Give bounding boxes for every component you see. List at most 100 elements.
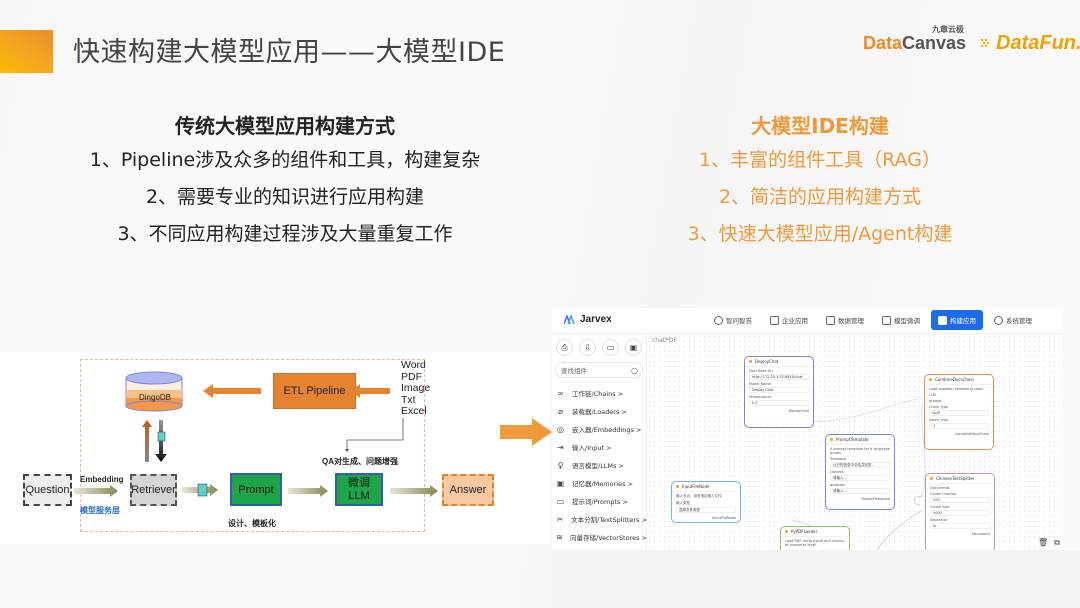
up-arrow-icon [142, 420, 152, 462]
status-dot [749, 360, 752, 363]
field-label: 输入类型 [676, 501, 690, 505]
search-placeholder: 查找组件 [561, 367, 587, 375]
ide-point: 1、丰富的组件工具（RAG） [699, 149, 941, 171]
embedding-label: Embedding [80, 475, 124, 484]
file-formats-list: Word PDF Image Txt Excel [401, 359, 430, 418]
bottom-strip [552, 550, 1080, 608]
search-icon: ○ [631, 365, 638, 375]
category-label: 向量存储/VectorStores > [570, 534, 647, 542]
status-dot [930, 477, 933, 480]
etl-pipeline-box: ETL Pipeline [273, 373, 356, 409]
nav-data-management[interactable]: 数据管理 [819, 310, 871, 330]
nav-chat-qa[interactable]: 智问智答 [707, 310, 759, 330]
host-url-input[interactable]: http://172.20.1.32:8810/chat [749, 374, 809, 380]
output-handle[interactable]: DeployChat [749, 409, 809, 413]
field-label: Chain Type [929, 405, 949, 409]
question-input[interactable]: 请输入... [830, 488, 890, 494]
model-name-input[interactable]: Deploy Chat [749, 387, 809, 393]
chain-type-select[interactable]: stuff [929, 410, 989, 416]
chunk-size-input[interactable]: 1000 [930, 510, 990, 516]
chunk-overlap-input[interactable]: 200 [930, 497, 990, 503]
node-description: Load PDF using pypdf and chunks at chara… [785, 539, 845, 547]
model-service-label: 模型服务层 [80, 506, 120, 515]
traditional-heading: 传统大模型应用构建方式 [175, 114, 395, 138]
category-loaders[interactable]: ⌀ 装载器/Loaders > [552, 402, 647, 420]
nav-model-finetune[interactable]: 模型微调 [875, 310, 927, 330]
node-pypdf-loader[interactable]: PyPDFLoader Load PDF using pypdf and chu… [780, 526, 850, 550]
terminal-icon: ▭ [556, 496, 565, 506]
node-title: PyPDFLoader [791, 529, 818, 534]
input-icon: ⇥ [557, 442, 564, 452]
category-llms[interactable]: ♀ 语言模型/LLMs > [552, 456, 647, 474]
field-label: LLM [929, 393, 936, 397]
field-label: Temperature [749, 395, 772, 399]
category-label: 语言模型/LLMs > [572, 462, 624, 470]
output-handle[interactable]: Document [930, 532, 990, 536]
output-handle[interactable]: PromptTemplate [830, 497, 890, 501]
output-handle[interactable]: CombineDocsChain [929, 432, 989, 436]
category-input[interactable]: ⇥ 输入/Input > [552, 438, 647, 456]
category-label: 输入/Input > [572, 444, 612, 452]
duplicate-icon[interactable]: ⧉ [1054, 538, 1060, 548]
datacanvas-logo-part2: Canvas [902, 33, 967, 53]
formats-to-llm-connector [345, 418, 404, 452]
node-text-splitter[interactable]: ChineseTextSplitter Documents Chunk Over… [925, 473, 995, 550]
import-button[interactable]: ⎙ [556, 339, 573, 356]
code-button[interactable]: ▭ [602, 339, 619, 356]
temperature-input[interactable]: 0.0 [749, 400, 809, 406]
node-prompt-template[interactable]: PromptTemplate A prompt template for a l… [825, 434, 895, 510]
category-vectorstores[interactable]: ≋ 向量存储/VectorStores > [552, 528, 647, 546]
flow-canvas[interactable]: chatPDF DeployChat Host Base Url http://… [647, 334, 1062, 550]
design-label: 设计、模板化 [228, 519, 276, 528]
format-item: Excel [401, 405, 427, 417]
cube-icon [882, 315, 891, 325]
answer-box: Answer [442, 474, 494, 506]
nav-enterprise-apps[interactable]: 企业应用 [763, 310, 815, 330]
node-title: InputFileNode [682, 484, 710, 489]
node-title: PromptTemplate [836, 437, 869, 442]
status-dot [785, 530, 788, 533]
category-embeddings[interactable]: ◎ 嵌入器/Embeddings > [552, 420, 647, 438]
template-input[interactable]: 从已知信息中总结并回答... [830, 462, 890, 468]
file-import-icon: ⎙ [561, 342, 568, 352]
component-search-input[interactable]: 查找组件 ○ [555, 362, 643, 378]
field-label: question [830, 483, 846, 487]
delete-icon[interactable]: 🗑 [1038, 538, 1048, 548]
field-label: prompt [929, 399, 942, 403]
llm-label-line2: LLM [348, 489, 370, 502]
export-button[interactable]: ⇩ [579, 339, 596, 356]
page-title: 快速构建大模型应用——大模型IDE [73, 37, 506, 68]
datacanvas-logo: DataCanvas [863, 33, 966, 54]
nav-label: 模型微调 [894, 317, 920, 325]
node-deploy-chat[interactable]: DeployChat Host Base Url http://172.20.1… [744, 356, 814, 428]
output-handle[interactable]: InputFileNode [676, 516, 736, 520]
category-textsplitters[interactable]: ✂ 文本分割/TextSplitters > [552, 510, 647, 528]
nav-build-app[interactable]: 构建应用 [931, 310, 983, 330]
separator-input[interactable]: \n [930, 523, 990, 529]
field-label: Host Base Url [749, 369, 773, 373]
datacanvas-logo-part1: Data [863, 33, 903, 53]
field-label: Template [830, 457, 846, 461]
token-max-input[interactable]: -1 [929, 423, 989, 429]
retriever-box: Retriever [130, 474, 177, 506]
category-prompts[interactable]: ▭ 提示词/Prompts > [552, 492, 647, 510]
node-title: DeployChat [755, 359, 779, 364]
category-chains[interactable]: ∞ 工作链/Chains > [552, 384, 647, 402]
category-memories[interactable]: ▣ 记忆器/Memories > [552, 474, 647, 492]
category-label: 提示词/Prompts > [572, 498, 628, 506]
jarvex-logo-icon [564, 315, 575, 324]
app-logo[interactable]: Jarvex [564, 314, 612, 325]
jarvex-app-window: Jarvex 智问智答 企业应用 数据管理 模型微调 构建应用 系统管理 ⎙ ⇩… [552, 308, 1062, 550]
nav-system-management[interactable]: 系统管理 [987, 310, 1039, 330]
node-input-file[interactable]: InputFileNode 输入节点，用来指定输入文件 输入类型 选择文件类型 … [671, 481, 741, 523]
save-button[interactable]: ▣ [625, 339, 642, 356]
transition-arrow-icon [500, 418, 552, 446]
context-input[interactable]: 请输入... [830, 475, 890, 481]
category-list: ∞ 工作链/Chains > ⌀ 装载器/Loaders > ◎ 嵌入器/Embedd… [552, 384, 647, 546]
node-combine-docs-chain[interactable]: CombineDocsChain Load question answering… [924, 374, 994, 450]
arrow-files-to-etl [350, 384, 390, 398]
arrow-question-to-retriever [74, 485, 118, 497]
file-type-input[interactable]: 选择文件类型 [676, 507, 736, 513]
ide-point: 2、简洁的应用构建方式 [718, 186, 922, 208]
prompt-box: Prompt [230, 473, 282, 506]
